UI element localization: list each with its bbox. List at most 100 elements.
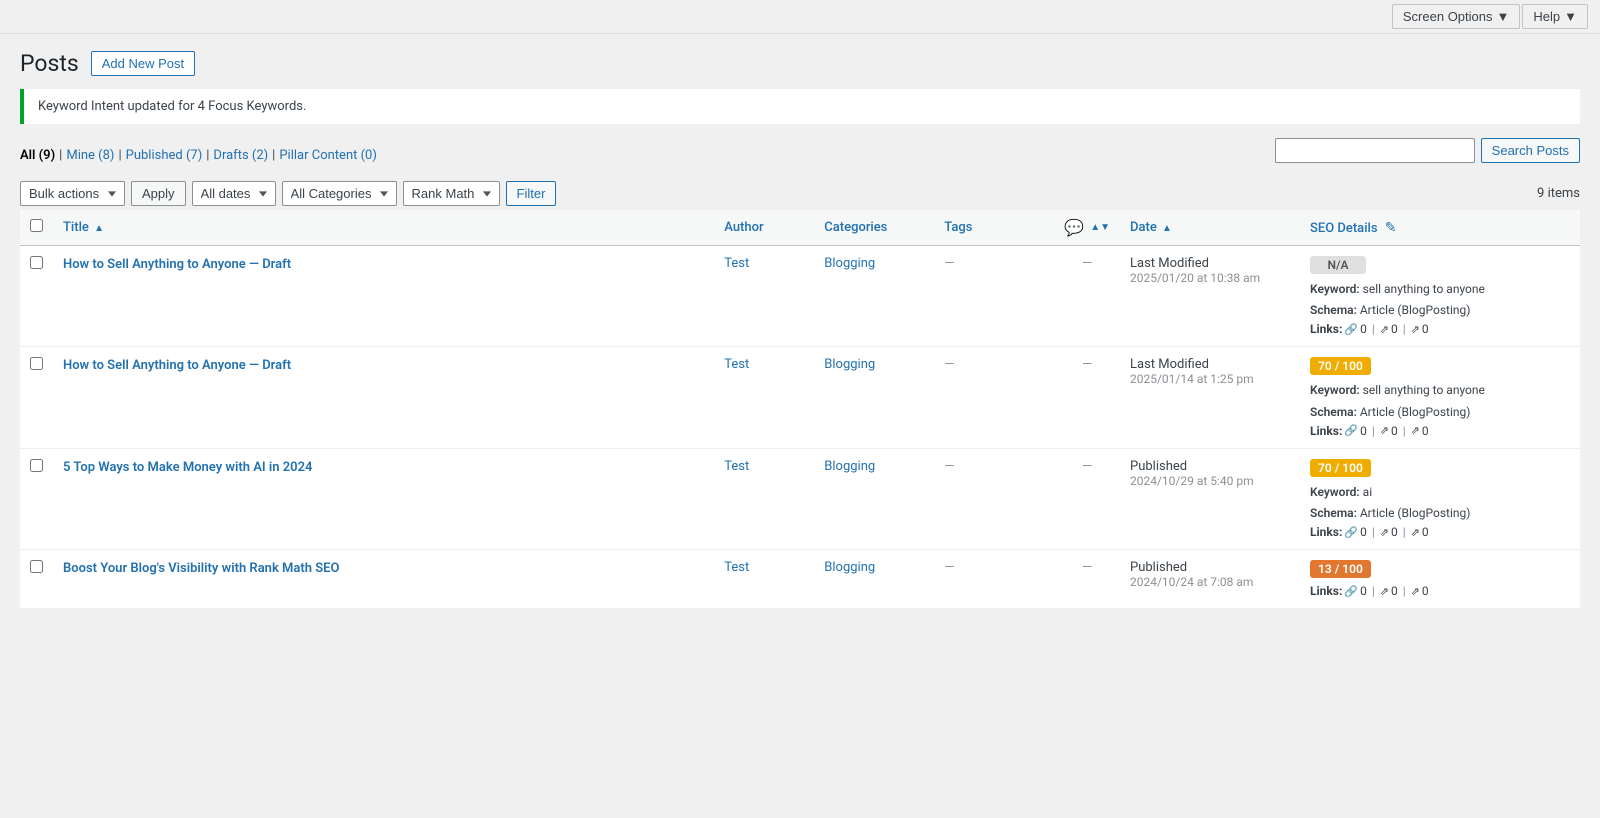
notice-bar: Keyword Intent updated for 4 Focus Keywo… [20, 89, 1580, 124]
row-tags-cell: — [934, 347, 1054, 448]
internal-link-icon: 🔗 [1344, 526, 1358, 539]
external-link-count: 0 [1391, 424, 1398, 438]
th-tags: Tags [934, 210, 1054, 246]
rank-math-select[interactable]: Rank Math [403, 181, 500, 206]
row-date-cell: Published 2024/10/29 at 5:40 pm [1120, 448, 1300, 549]
affiliate-link-icon: ⇗ [1411, 323, 1420, 336]
date-value: 2025/01/20 at 10:38 am [1130, 271, 1290, 285]
category-link[interactable]: Blogging [824, 256, 875, 271]
search-posts-button[interactable]: Search Posts [1481, 138, 1580, 163]
table-header-row: Title ▲ Author Categories Tags 💬 ▲▼ Date [20, 210, 1580, 246]
th-comments[interactable]: 💬 ▲▼ [1054, 210, 1120, 246]
top-bar: Screen Options ▼ Help ▼ [0, 0, 1600, 34]
author-link[interactable]: Test [724, 459, 749, 474]
subnav-item-mine[interactable]: Mine (8) [66, 148, 114, 163]
affiliate-link-icon: ⇗ [1411, 526, 1420, 539]
tags-value: — [944, 357, 954, 372]
filter-button[interactable]: Filter [506, 181, 557, 206]
th-title[interactable]: Title ▲ [53, 210, 714, 246]
subnav-item-published[interactable]: Published (7) [126, 148, 203, 163]
author-link[interactable]: Test [724, 560, 749, 575]
internal-link-icon: 🔗 [1344, 585, 1358, 598]
items-count: 9 items [1537, 186, 1580, 201]
row-categories-cell: Blogging [814, 550, 934, 609]
seo-keyword-line: Keyword: sell anything to anyone [1310, 280, 1570, 299]
th-seo-label: SEO Details [1310, 221, 1378, 236]
tags-value: — [944, 560, 954, 575]
screen-options-chevron-icon: ▼ [1497, 9, 1510, 24]
affiliate-link-count: 0 [1422, 584, 1429, 598]
subnav-item-pillar[interactable]: Pillar Content (0) [279, 148, 377, 163]
internal-link-count: 0 [1360, 322, 1367, 336]
seo-score-badge: 70 / 100 [1310, 357, 1371, 375]
dates-filter-select[interactable]: All dates [192, 181, 276, 206]
add-new-post-button[interactable]: Add New Post [91, 51, 195, 76]
row-seo-cell: 13 / 100 Links: 🔗 0 | ⇗ 0 | ⇗ 0 [1300, 550, 1580, 609]
screen-options-label: Screen Options [1403, 9, 1493, 24]
date-status: Last Modified [1130, 357, 1290, 372]
post-title-link[interactable]: Boost Your Blog's Visibility with Rank M… [63, 560, 704, 578]
row-checkbox[interactable] [30, 560, 43, 573]
apply-button[interactable]: Apply [131, 181, 186, 206]
row-title-cell: 5 Top Ways to Make Money with AI in 2024 [53, 448, 714, 549]
search-area: Search Posts [1275, 138, 1580, 163]
row-date-cell: Last Modified 2025/01/20 at 10:38 am [1120, 246, 1300, 347]
external-link-icon: ⇗ [1380, 424, 1389, 437]
seo-edit-icon[interactable]: ✎ [1385, 220, 1397, 236]
th-date[interactable]: Date ▲ [1120, 210, 1300, 246]
category-link[interactable]: Blogging [824, 459, 875, 474]
external-link-count: 0 [1391, 322, 1398, 336]
select-all-checkbox[interactable] [30, 219, 43, 232]
th-author: Author [714, 210, 814, 246]
row-author-cell: Test [714, 448, 814, 549]
help-button[interactable]: Help ▼ [1522, 4, 1588, 29]
bulk-actions-select[interactable]: Bulk actions [20, 181, 125, 206]
seo-keyword-line: Keyword: ai [1310, 483, 1570, 502]
main-content: Posts Add New Post Keyword Intent update… [0, 34, 1600, 629]
internal-link-count: 0 [1360, 584, 1367, 598]
row-date-cell: Published 2024/10/24 at 7:08 am [1120, 550, 1300, 609]
screen-options-button[interactable]: Screen Options ▼ [1392, 4, 1520, 29]
tags-value: — [944, 256, 954, 271]
post-title-link[interactable]: How to Sell Anything to Anyone — Draft [63, 256, 704, 274]
posts-table: Title ▲ Author Categories Tags 💬 ▲▼ Date [20, 210, 1580, 609]
date-status: Last Modified [1130, 256, 1290, 271]
comments-value: — [1082, 357, 1092, 372]
author-link[interactable]: Test [724, 256, 749, 271]
seo-links-line: Links: 🔗 0 | ⇗ 0 | ⇗ 0 [1310, 322, 1570, 336]
external-link-icon: ⇗ [1380, 526, 1389, 539]
row-checkbox[interactable] [30, 256, 43, 269]
search-input[interactable] [1275, 138, 1475, 163]
seo-links-line: Links: 🔗 0 | ⇗ 0 | ⇗ 0 [1310, 525, 1570, 539]
above-table-row: All (9) | Mine (8) | Published (7) | Dra… [20, 138, 1580, 173]
page-wrapper: Screen Options ▼ Help ▼ Posts Add New Po… [0, 0, 1600, 818]
subnav-item-all[interactable]: All (9) [20, 148, 55, 163]
date-value: 2024/10/29 at 5:40 pm [1130, 474, 1290, 488]
date-status: Published [1130, 560, 1290, 575]
row-seo-cell: N/A Keyword: sell anything to anyone Sch… [1300, 246, 1580, 347]
post-title-link[interactable]: How to Sell Anything to Anyone — Draft [63, 357, 704, 375]
categories-filter-select[interactable]: All Categories [282, 181, 397, 206]
row-categories-cell: Blogging [814, 448, 934, 549]
row-date-cell: Last Modified 2025/01/14 at 1:25 pm [1120, 347, 1300, 448]
seo-schema-line: Schema: Article (BlogPosting) [1310, 301, 1570, 320]
comments-value: — [1082, 459, 1092, 474]
subnav-item-drafts[interactable]: Drafts (2) [213, 148, 268, 163]
page-title: Posts [20, 50, 79, 77]
title-sort-icon: ▲ [94, 223, 104, 234]
row-comments-cell: — [1054, 448, 1120, 549]
comments-value: — [1082, 256, 1092, 271]
row-checkbox[interactable] [30, 459, 43, 472]
external-link-count: 0 [1391, 584, 1398, 598]
affiliate-link-count: 0 [1422, 322, 1429, 336]
author-link[interactable]: Test [724, 357, 749, 372]
category-link[interactable]: Blogging [824, 357, 875, 372]
post-title-link[interactable]: 5 Top Ways to Make Money with AI in 2024 [63, 459, 704, 477]
category-link[interactable]: Blogging [824, 560, 875, 575]
row-checkbox[interactable] [30, 357, 43, 370]
page-heading: Posts Add New Post [20, 50, 1580, 77]
external-link-icon: ⇗ [1380, 323, 1389, 336]
row-tags-cell: — [934, 550, 1054, 609]
affiliate-link-count: 0 [1422, 525, 1429, 539]
table-row: Boost Your Blog's Visibility with Rank M… [20, 550, 1580, 609]
